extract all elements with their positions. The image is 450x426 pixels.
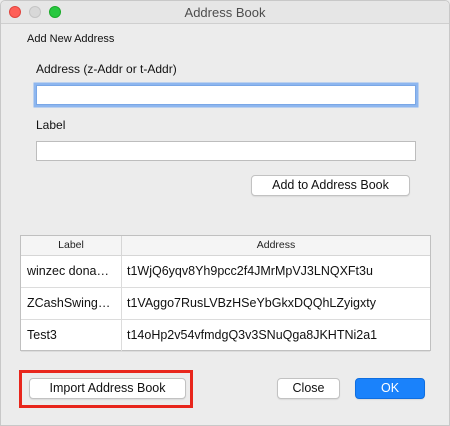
row-label: Test3 <box>27 328 57 342</box>
column-header-label[interactable]: Label <box>21 236 122 255</box>
window-title: Address Book <box>184 5 266 20</box>
ok-button[interactable]: OK <box>355 378 425 399</box>
table-row[interactable]: Test3 t14oHp2v54vfmdgQ3v3SNuQga8JKHTNi2a… <box>21 320 430 352</box>
table-header: Label Address <box>21 236 430 256</box>
title-bar: Address Book <box>1 1 449 24</box>
add-to-address-book-button[interactable]: Add to Address Book <box>251 175 410 196</box>
import-address-book-button[interactable]: Import Address Book <box>29 378 186 399</box>
column-divider <box>121 320 122 351</box>
column-divider <box>121 288 122 319</box>
row-label: ZCashSwing… <box>27 296 111 310</box>
address-field-label: Address (z-Addr or t-Addr) <box>36 62 177 76</box>
address-input[interactable] <box>36 85 416 105</box>
close-button[interactable]: Close <box>277 378 340 399</box>
add-address-group-title: Add New Address <box>27 33 115 45</box>
column-header-address[interactable]: Address <box>122 236 430 255</box>
label-field-label: Label <box>36 118 66 132</box>
table-row[interactable]: ZCashSwing… t1VAggo7RusLVBzHSeYbGkxDQQhL… <box>21 288 430 320</box>
label-input[interactable] <box>36 141 416 161</box>
address-book-window: Address Book Add New Address Address (z-… <box>0 0 450 426</box>
table-row[interactable]: winzec dona… t1WjQ6yqv8Yh9pcc2f4JMrMpVJ3… <box>21 256 430 288</box>
address-table: Label Address winzec dona… t1WjQ6yqv8Yh9… <box>20 235 431 352</box>
row-address: t1VAggo7RusLVBzHSeYbGkxDQQhLZyigxty <box>127 296 376 310</box>
row-label: winzec dona… <box>27 264 109 278</box>
row-address: t1WjQ6yqv8Yh9pcc2f4JMrMpVJ3LNQXFt3u <box>127 264 373 278</box>
column-divider <box>121 256 122 287</box>
row-address: t14oHp2v54vfmdgQ3v3SNuQga8JKHTNi2a1 <box>127 328 378 342</box>
